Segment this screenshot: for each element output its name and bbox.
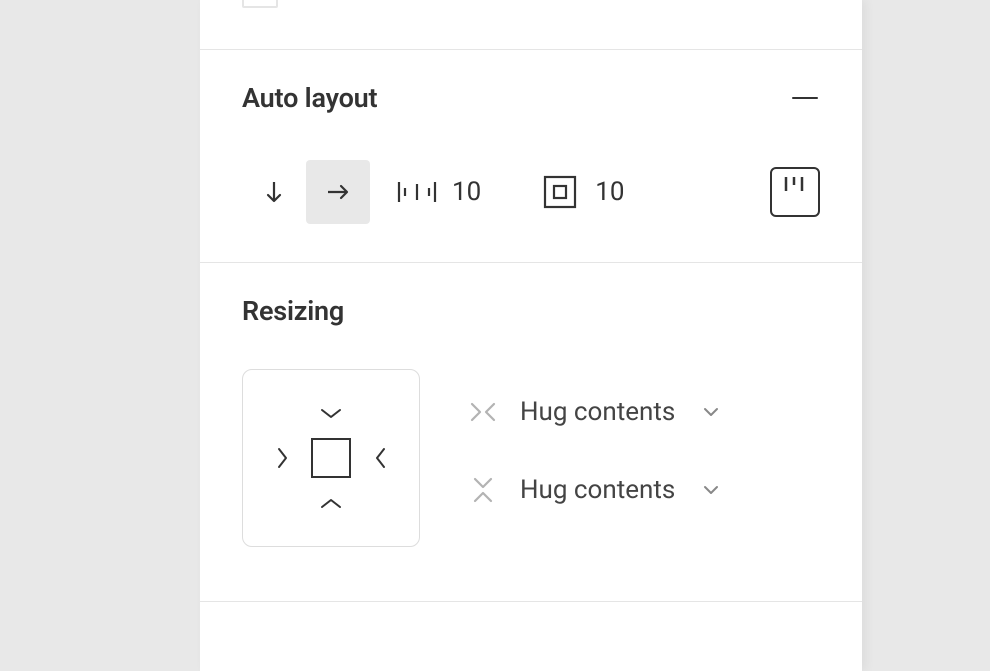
- height-resizing-label: Hug contents: [520, 475, 675, 505]
- padding-icon: [543, 175, 577, 209]
- minus-icon: [792, 97, 818, 99]
- padding-control[interactable]: 10: [543, 175, 624, 209]
- constraint-chevron-top: [318, 406, 344, 420]
- auto-layout-title: Auto layout: [242, 82, 377, 114]
- alignment-button[interactable]: [770, 167, 820, 217]
- hug-horizontal-icon: [468, 397, 498, 427]
- resizing-title: Resizing: [242, 295, 344, 327]
- auto-layout-controls: 10 10: [242, 160, 820, 224]
- previous-section-stub: [200, 0, 862, 50]
- width-resizing-dropdown[interactable]: Hug contents: [468, 397, 721, 427]
- chevron-down-icon: [701, 484, 721, 496]
- direction-group: [242, 160, 370, 224]
- spacing-control[interactable]: 10: [396, 176, 481, 208]
- constraint-chevron-left: [275, 445, 289, 471]
- spacing-between-icon: [396, 176, 438, 208]
- resizing-dropdowns: Hug contents Hug contents: [468, 369, 721, 505]
- constraint-center-square: [311, 438, 351, 478]
- align-top-left-icon: [781, 175, 809, 195]
- resizing-constraint-box[interactable]: [242, 369, 420, 547]
- constraint-chevron-bottom: [318, 496, 344, 510]
- height-resizing-dropdown[interactable]: Hug contents: [468, 475, 721, 505]
- stub-icon: [242, 0, 278, 8]
- resizing-header: Resizing: [242, 295, 820, 327]
- remove-auto-layout-button[interactable]: [790, 83, 820, 113]
- direction-vertical-button[interactable]: [242, 160, 306, 224]
- chevron-down-icon: [701, 406, 721, 418]
- width-resizing-label: Hug contents: [520, 397, 675, 427]
- arrow-down-icon: [260, 178, 288, 206]
- auto-layout-section: Auto layout: [200, 50, 862, 263]
- resizing-section: Resizing: [200, 263, 862, 602]
- padding-value[interactable]: 10: [595, 177, 624, 207]
- constraint-chevron-right: [373, 445, 387, 471]
- resizing-content: Hug contents Hug contents: [242, 369, 820, 547]
- spacing-value[interactable]: 10: [452, 177, 481, 207]
- auto-layout-header: Auto layout: [242, 82, 820, 114]
- arrow-right-icon: [324, 178, 352, 206]
- design-panel: Auto layout: [200, 0, 862, 671]
- hug-vertical-icon: [468, 475, 498, 505]
- direction-horizontal-button[interactable]: [306, 160, 370, 224]
